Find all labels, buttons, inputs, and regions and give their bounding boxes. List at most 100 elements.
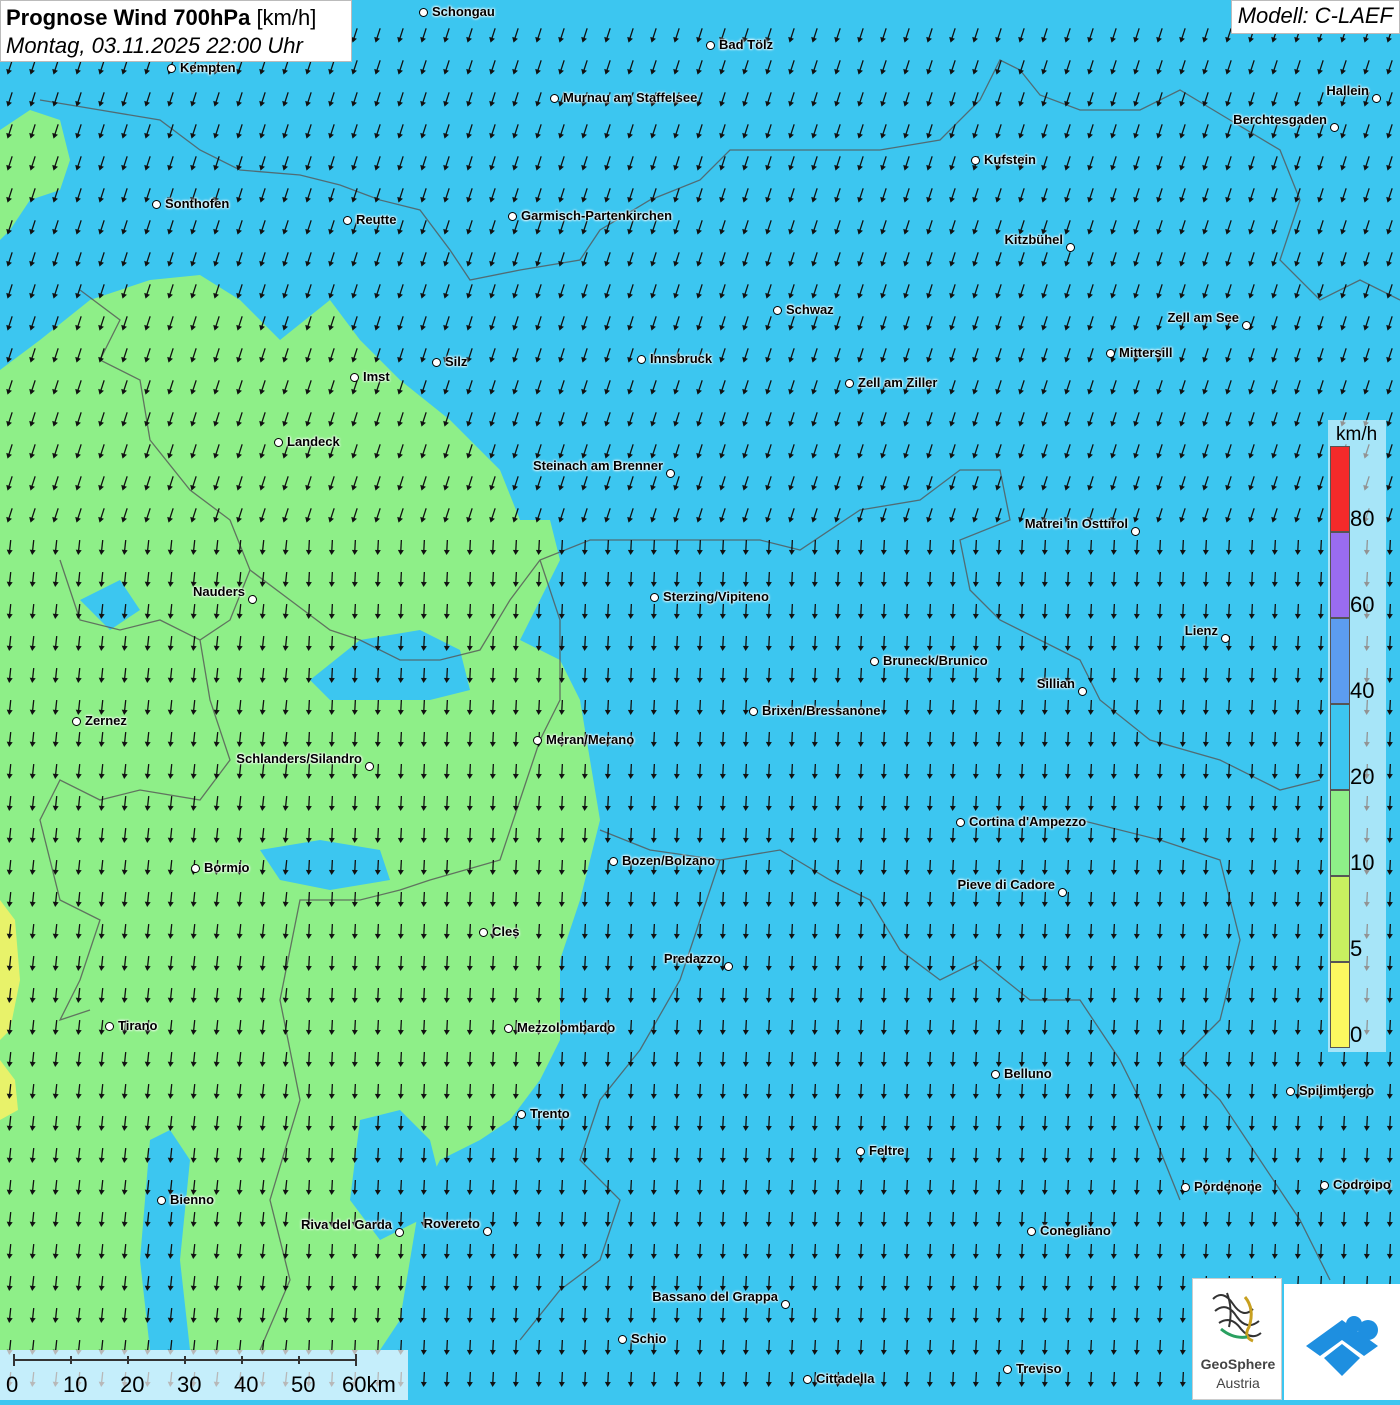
city-marker (1286, 1087, 1295, 1096)
city-marker (1003, 1365, 1012, 1374)
city-marker (72, 717, 81, 726)
legend-label: 40 (1350, 678, 1374, 704)
city-label: Meran/Merano (546, 732, 634, 747)
city-label: Trento (530, 1106, 570, 1121)
city-marker (365, 762, 374, 771)
city-label: Hallein (1326, 83, 1369, 98)
city-marker (350, 373, 359, 382)
city-marker (419, 8, 428, 17)
city-marker (1078, 687, 1087, 696)
city-marker (191, 864, 200, 873)
city-label: Sillian (1037, 676, 1075, 691)
city-marker (479, 928, 488, 937)
city-label: Reutte (356, 212, 396, 227)
city-label: Zernez (85, 713, 127, 728)
city-label: Murnau am Staffelsee (563, 90, 697, 105)
city-marker (1066, 243, 1075, 252)
scale-label: 30 (177, 1372, 201, 1398)
app-logo (1284, 1284, 1400, 1400)
city-marker (550, 94, 559, 103)
city-label: Feltre (869, 1143, 904, 1158)
city-label: Sterzing/Vipiteno (663, 589, 769, 604)
model-label: Modell: C-LAEF (1231, 0, 1400, 34)
city-marker (152, 200, 161, 209)
city-label: Belluno (1004, 1066, 1052, 1081)
scale-label: 20 (120, 1372, 144, 1398)
geosphere-logo-icon (1193, 1279, 1281, 1349)
city-marker (343, 216, 352, 225)
city-label: Bienno (170, 1192, 214, 1207)
city-label: Cittadella (816, 1371, 875, 1386)
city-marker (971, 156, 980, 165)
legend-swatch (1330, 446, 1350, 532)
city-marker (666, 469, 675, 478)
city-label: Brixen/Bressanone (762, 703, 881, 718)
city-marker (1106, 349, 1115, 358)
city-label: Garmisch-Partenkirchen (521, 208, 672, 223)
city-marker (706, 41, 715, 50)
app-logo-icon (1284, 1284, 1400, 1400)
city-label: Rovereto (424, 1216, 480, 1231)
city-label: Mezzolombardo (517, 1020, 615, 1035)
city-marker (650, 593, 659, 602)
city-label: Treviso (1016, 1361, 1062, 1376)
scale-label: 10 (63, 1372, 87, 1398)
city-marker (956, 818, 965, 827)
city-label: Spilimbergo (1299, 1083, 1374, 1098)
city-label: Zell am Ziller (858, 375, 937, 390)
city-label: Bozen/Bolzano (622, 853, 715, 868)
city-marker (856, 1147, 865, 1156)
city-marker (1242, 321, 1251, 330)
city-marker (395, 1228, 404, 1237)
city-marker (1027, 1227, 1036, 1236)
city-label: Riva del Garda (301, 1217, 392, 1232)
city-marker (504, 1024, 513, 1033)
title-bold: Prognose Wind 700hPa (6, 5, 250, 30)
city-label: Bormio (204, 860, 250, 875)
city-label: Pieve di Cadore (957, 877, 1055, 892)
city-label: Pordenone (1194, 1179, 1262, 1194)
scale-label: 40 (234, 1372, 258, 1398)
city-label: Bruneck/Brunico (883, 653, 988, 668)
city-label: Codroipo (1333, 1177, 1391, 1192)
city-marker (803, 1375, 812, 1384)
legend-swatch (1330, 876, 1350, 962)
city-marker (609, 857, 618, 866)
city-marker (724, 962, 733, 971)
city-label: Sonthofen (165, 196, 229, 211)
city-label: Steinach am Brenner (533, 458, 663, 473)
city-marker (1131, 527, 1140, 536)
city-label: Cles (492, 924, 519, 939)
city-label: Kempten (180, 60, 236, 75)
city-label: Landeck (287, 434, 340, 449)
city-marker (483, 1227, 492, 1236)
legend-swatch (1330, 962, 1350, 1048)
city-marker (508, 212, 517, 221)
city-marker (870, 657, 879, 666)
city-label: Schwaz (786, 302, 834, 317)
city-label: Conegliano (1040, 1223, 1111, 1238)
legend-label: 20 (1350, 764, 1374, 790)
city-marker (248, 595, 257, 604)
city-marker (1221, 634, 1230, 643)
city-marker (1372, 94, 1381, 103)
scale-label: 0 (6, 1372, 18, 1398)
city-label: Innsbruck (650, 351, 712, 366)
city-label: Kufstein (984, 152, 1036, 167)
city-label: Kitzbühel (1005, 232, 1064, 247)
city-label: Predazzo (664, 951, 721, 966)
logo-line1: GeoSphere (1196, 1356, 1280, 1372)
city-marker (1330, 123, 1339, 132)
city-label: Nauders (193, 584, 245, 599)
city-label: Imst (363, 369, 390, 384)
legend-swatch (1330, 790, 1350, 876)
city-marker (773, 306, 782, 315)
legend-swatch (1330, 704, 1350, 790)
city-label: Lienz (1185, 623, 1218, 638)
city-marker (1320, 1181, 1329, 1190)
city-label: Zell am See (1167, 310, 1239, 325)
scale-label: 60km (342, 1372, 396, 1398)
city-label: Bassano del Grappa (652, 1289, 778, 1304)
city-marker (991, 1070, 1000, 1079)
city-marker (637, 355, 646, 364)
